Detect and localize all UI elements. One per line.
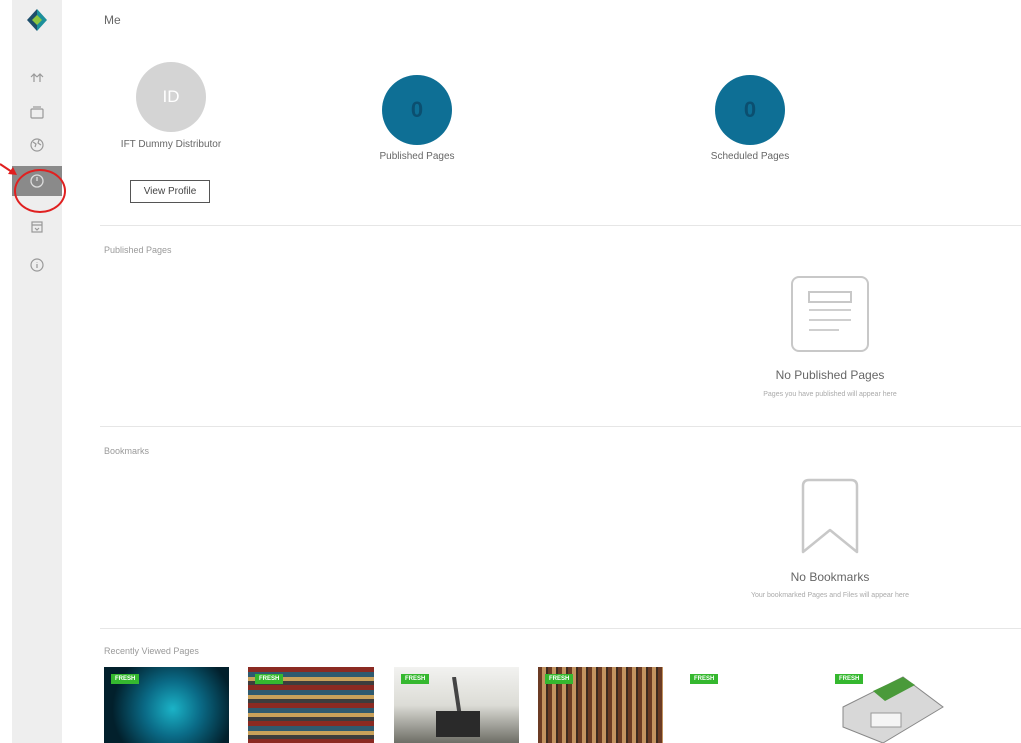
- recent-page-card[interactable]: FRESH: [683, 667, 808, 743]
- app-logo[interactable]: [27, 9, 47, 31]
- recent-page-card[interactable]: FRESH: [104, 667, 229, 743]
- sidebar: [12, 0, 62, 743]
- published-empty-subtitle: Pages you have published will appear her…: [763, 391, 897, 398]
- document-icon: [791, 276, 869, 352]
- divider: [100, 628, 1021, 629]
- divider: [100, 225, 1021, 226]
- avatar: ID: [136, 62, 206, 132]
- bookmarks-empty-title: No Bookmarks: [790, 570, 870, 584]
- fresh-badge: FRESH: [690, 674, 719, 684]
- nav-globe[interactable]: [12, 130, 62, 160]
- nav-cards[interactable]: [12, 98, 62, 128]
- home-icon: [30, 73, 44, 82]
- page-title: Me: [104, 13, 121, 27]
- recent-page-card[interactable]: FRESH: [248, 667, 374, 743]
- published-count: 0: [382, 75, 452, 145]
- view-profile-button[interactable]: View Profile: [130, 180, 210, 203]
- published-section-title: Published Pages: [104, 245, 172, 255]
- info-icon: [30, 258, 44, 272]
- scheduled-count: 0: [715, 75, 785, 145]
- annotation-highlight-ring: [14, 169, 66, 213]
- nav-calendar[interactable]: [12, 212, 62, 242]
- device-image: [842, 676, 944, 743]
- equipment-image: [436, 677, 480, 737]
- published-label: Published Pages: [379, 151, 455, 162]
- fresh-badge: FRESH: [545, 674, 574, 684]
- nav-info[interactable]: [12, 250, 62, 280]
- recent-section-title: Recently Viewed Pages: [104, 646, 199, 656]
- annotation-arrow: [0, 163, 17, 175]
- cards-icon: [30, 106, 44, 119]
- bookmark-icon: [801, 478, 859, 554]
- calendar-icon: [31, 221, 43, 233]
- recent-page-card[interactable]: FRESH: [828, 667, 953, 743]
- nav-home[interactable]: [12, 62, 62, 92]
- fresh-badge: FRESH: [111, 674, 140, 684]
- globe-icon: [30, 138, 44, 152]
- fresh-badge: FRESH: [255, 674, 284, 684]
- bookmarks-section-title: Bookmarks: [104, 446, 150, 456]
- divider: [100, 426, 1021, 427]
- recent-page-card[interactable]: FRESH: [394, 667, 519, 743]
- user-name: IFT Dummy Distributor: [120, 139, 222, 150]
- recent-page-card[interactable]: FRESH: [538, 667, 663, 743]
- published-empty-title: No Published Pages: [775, 368, 885, 382]
- scheduled-label: Scheduled Pages: [710, 151, 790, 162]
- bookmarks-empty-subtitle: Your bookmarked Pages and Files will app…: [750, 592, 910, 599]
